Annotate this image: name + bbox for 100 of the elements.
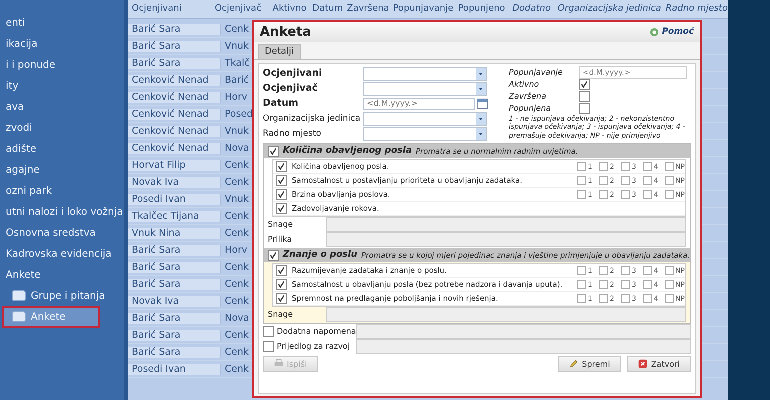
dropdown-field[interactable] [363,126,487,140]
sidebar-item[interactable]: Grupe i pitanja [4,287,124,305]
rating-checkbox[interactable] [643,190,652,199]
rating-checkbox[interactable] [599,176,608,185]
sidebar-item[interactable]: adište [4,140,124,158]
rating-checkbox[interactable] [621,162,630,171]
rating-checkbox[interactable] [599,190,608,199]
rating-checkbox[interactable] [643,294,652,303]
column-header[interactable]: Popunjavanje [389,4,454,14]
note-field[interactable] [326,307,686,322]
checkbox[interactable] [276,161,287,172]
details-tab[interactable]: Detalji [258,44,302,59]
section-title: Znanje o poslu [283,250,358,260]
checkbox[interactable] [276,265,287,276]
table-cell: Novak Iva [128,176,221,188]
rating-checkbox[interactable] [621,280,630,289]
table-cell: Barić Sara [128,40,221,52]
rating-checkbox[interactable] [599,294,608,303]
checkbox[interactable] [263,341,274,352]
rating-checkbox[interactable] [621,266,630,275]
rating-checkbox[interactable] [577,294,586,303]
close-button[interactable]: Zatvori [627,356,691,372]
rating-checkbox[interactable] [599,266,608,275]
note-field[interactable] [326,232,686,247]
checkbox[interactable] [276,293,287,304]
table-cell-text: Cenk [224,228,250,238]
column-header[interactable]: Radno mjesto [662,4,728,14]
rating-checkbox[interactable] [665,176,674,185]
field-label: Organizacijska jedinica [263,114,362,124]
table-cell: Barić Sara [128,262,221,272]
rating-checkbox[interactable] [643,266,652,275]
sidebar-item[interactable]: ity [4,77,124,95]
rating-checkbox[interactable] [643,162,652,171]
column-header[interactable]: Datum [308,4,344,14]
column-header[interactable]: Ocjenjivani [128,4,211,14]
text-field[interactable] [356,339,691,354]
close-icon [638,359,648,369]
table-cell-text: Cenk [224,24,250,34]
table-cell: Novak Iva [128,296,221,306]
rating-checkbox[interactable] [665,190,674,199]
column-header[interactable]: Ocjenjivač [210,4,269,14]
checkbox[interactable] [268,146,279,156]
sidebar-item[interactable]: agajne [4,161,124,179]
table-cell-text: Barić [224,74,250,86]
sidebar-item[interactable]: ozni park [4,182,124,200]
save-button[interactable]: Spremi [558,356,622,372]
checkbox[interactable] [579,90,590,102]
checkbox[interactable] [579,102,590,114]
rating-checkbox[interactable] [577,162,586,171]
rating-checkbox[interactable] [577,266,586,275]
checkbox[interactable] [579,78,590,90]
rating-checkbox[interactable] [577,176,586,185]
note-field[interactable] [326,217,686,232]
rating-checkbox[interactable] [643,176,652,185]
rating-checkbox[interactable] [577,190,586,199]
help-link[interactable]: Pomoć [650,27,694,37]
rating-checkbox[interactable] [621,176,630,185]
table-cell-text: Tkalč [224,58,250,68]
date-field[interactable]: <d.M.yyyy.> [363,98,475,110]
sidebar-item[interactable]: Kadrovska evidencija [4,245,124,263]
sidebar-item[interactable]: Osnovna sredstva [4,224,124,242]
dropdown-field[interactable] [363,112,487,126]
checkbox[interactable] [276,279,287,290]
rating-checkbox[interactable] [643,280,652,289]
rating-checkbox[interactable] [621,190,630,199]
checkbox[interactable] [276,203,287,214]
calendar-icon[interactable] [477,98,488,109]
dropdown-field[interactable] [363,82,487,96]
rating-checkbox[interactable] [665,280,674,289]
checkbox[interactable] [263,326,274,337]
rating-checkbox[interactable] [665,294,674,303]
sidebar-item[interactable]: Ankete [4,266,124,284]
sidebar-item[interactable]: zvodi [4,119,124,137]
column-header[interactable]: Aktivno [268,4,309,14]
checkbox[interactable] [268,250,279,260]
rating-checkbox[interactable] [621,294,630,303]
column-header[interactable]: Završena [343,4,390,14]
checkbox[interactable] [276,175,287,186]
table-cell-text: Cenk [224,346,250,358]
sidebar-item[interactable]: Ankete [4,308,98,326]
table-cell: Barić Sara [128,346,221,358]
sidebar-item[interactable]: utni nalozi i loko vožnja [4,203,124,221]
rating-checkbox[interactable] [599,162,608,171]
checkbox[interactable] [276,189,287,200]
text-field[interactable] [356,324,691,339]
rating-checkbox[interactable] [599,280,608,289]
table-cell: Cenković Nenad [128,142,221,154]
sidebar-item[interactable]: ikacija [4,35,124,53]
table-cell: Barić Sara [128,330,221,340]
rating-checkbox[interactable] [577,280,586,289]
column-header[interactable]: Dodatno [508,4,554,14]
column-header[interactable]: Popunjeno [454,4,509,14]
rating-checkbox[interactable] [665,162,674,171]
dropdown-field[interactable] [363,66,487,80]
sidebar-item[interactable]: i i ponude [4,56,124,74]
sidebar-item[interactable]: ava [4,98,124,116]
sidebar-item[interactable]: enti [4,14,124,32]
section-title: Količina obavljenog posla [283,146,412,156]
column-header[interactable]: Organizacijska jedinica [554,4,662,14]
rating-checkbox[interactable] [665,266,674,275]
